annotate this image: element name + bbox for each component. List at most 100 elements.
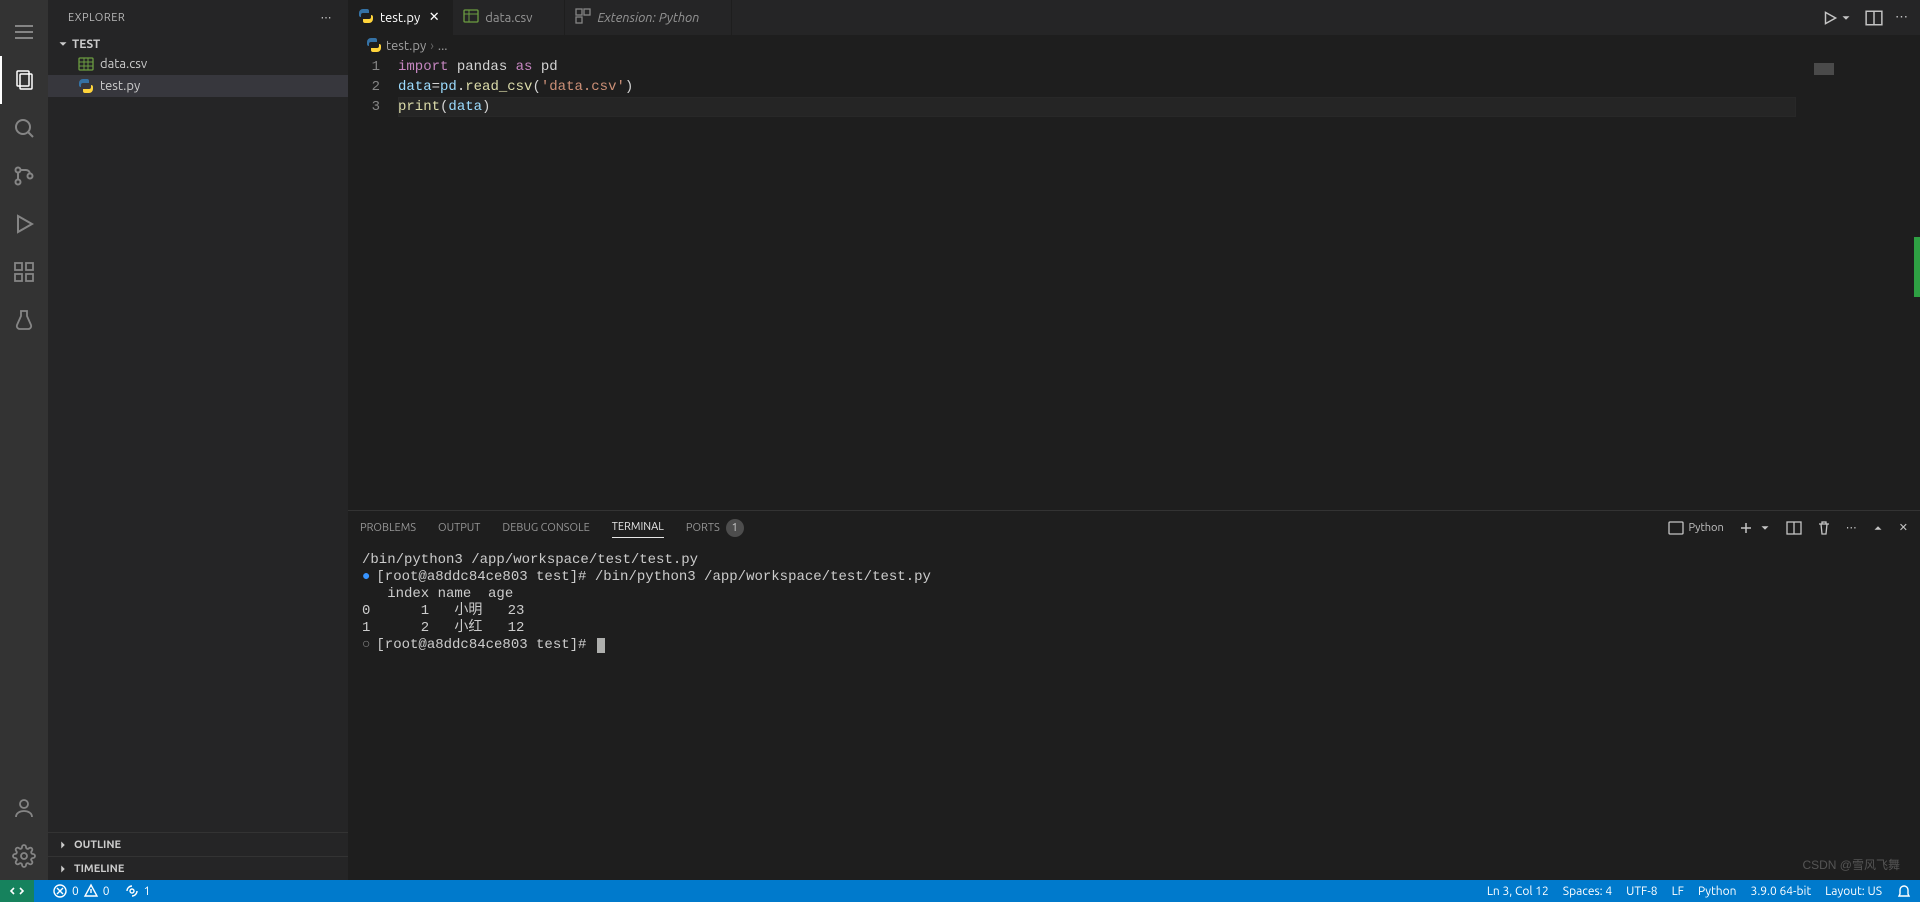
section-timeline[interactable]: TIMELINE (48, 856, 348, 880)
file-label: data.csv (100, 57, 147, 71)
tab-test-py[interactable]: test.py ✕ (348, 0, 453, 35)
run-icon[interactable] (1821, 9, 1853, 27)
tab-ports[interactable]: PORTS1 (686, 515, 744, 541)
status-value: 1 (144, 885, 151, 898)
status-interpreter[interactable]: 3.9.0 64-bit (1751, 885, 1812, 898)
sidebar: EXPLORER ⋯ TEST data.csv test.py OUTLINE (48, 0, 348, 880)
split-terminal-icon[interactable] (1786, 520, 1802, 536)
menu-icon[interactable] (0, 8, 48, 56)
gutter: 1 2 3 (348, 57, 398, 510)
folder-label: TEST (72, 38, 100, 51)
editor-column: test.py ✕ data.csv Extension: Python ⋯ (348, 0, 1920, 880)
terminal-line: ● [root@a8ddc84ce803 test]# /bin/python3 … (362, 569, 1906, 586)
tok: pd (440, 79, 457, 95)
tok: data (448, 99, 482, 115)
watermark: CSDN @雪风飞舞 (1802, 857, 1900, 874)
status-value: 0 (103, 885, 110, 898)
tab-label: test.py (380, 11, 420, 25)
tok: 'data.csv' (541, 79, 625, 95)
kw: as (516, 59, 533, 75)
bullet-icon: ● (362, 569, 370, 585)
breadcrumb-more: ... (438, 39, 448, 53)
tok: ( (532, 79, 540, 95)
status-eol[interactable]: LF (1672, 885, 1684, 898)
kw: import (398, 59, 448, 75)
section-outline[interactable]: OUTLINE (48, 832, 348, 856)
tab-output[interactable]: OUTPUT (438, 518, 480, 538)
more-icon[interactable]: ⋯ (1846, 521, 1857, 534)
table-icon (463, 8, 479, 27)
run-debug-icon[interactable] (0, 200, 48, 248)
panel-close-icon[interactable]: ✕ (1899, 521, 1908, 534)
tab-data-csv[interactable]: data.csv (453, 0, 565, 35)
bullet-icon: ○ (362, 637, 370, 653)
terminal-text: [root@a8ddc84ce803 test]# /bin/python3 /… (376, 569, 931, 585)
editor-tabs: test.py ✕ data.csv Extension: Python ⋯ (348, 0, 1920, 35)
status-cursor[interactable]: Ln 3, Col 12 (1487, 885, 1549, 898)
sidebar-more-icon[interactable]: ⋯ (321, 11, 333, 24)
breadcrumb[interactable]: test.py › ... (348, 35, 1920, 57)
code-editor[interactable]: 1 2 3 import pandas as pd data=pd.read_c… (348, 57, 1920, 510)
breadcrumb-sep: › (430, 39, 434, 53)
terminal-profile-label: Python (1688, 522, 1723, 534)
python-icon (78, 78, 94, 94)
python-icon (366, 37, 382, 56)
terminal-line: ○ [root@a8ddc84ce803 test]# (362, 637, 1906, 654)
line-number: 2 (348, 77, 380, 97)
new-terminal-icon[interactable] (1738, 520, 1772, 536)
terminal[interactable]: /bin/python3 /app/workspace/test/test.py… (348, 544, 1920, 880)
line-number: 1 (348, 57, 380, 77)
more-icon[interactable]: ⋯ (1895, 10, 1908, 25)
status-spaces[interactable]: Spaces: 4 (1563, 885, 1612, 898)
status-errors[interactable]: 0 0 (52, 883, 110, 899)
activity-bar (0, 0, 48, 880)
tok: pandas (448, 59, 515, 75)
python-icon (358, 8, 374, 27)
file-item-test-py[interactable]: test.py (48, 75, 348, 97)
cursor (597, 638, 605, 653)
overview-ruler[interactable] (1906, 57, 1920, 510)
trash-icon[interactable] (1816, 520, 1832, 536)
terminal-line: index name age (362, 586, 1906, 603)
tab-debug-console[interactable]: DEBUG CONSOLE (502, 518, 589, 538)
close-icon[interactable]: ✕ (426, 10, 442, 25)
tab-terminal[interactable]: TERMINAL (612, 517, 664, 538)
tok: ) (625, 79, 633, 95)
status-bell-icon[interactable] (1896, 883, 1912, 899)
tok: read_csv (465, 79, 532, 95)
tok: data (398, 79, 432, 95)
extensions-icon[interactable] (0, 248, 48, 296)
search-icon[interactable] (0, 104, 48, 152)
status-encoding[interactable]: UTF-8 (1626, 885, 1657, 898)
status-layout[interactable]: Layout: US (1825, 885, 1882, 898)
terminal-text: [root@a8ddc84ce803 test]# (376, 637, 594, 653)
line-number: 3 (348, 97, 380, 117)
terminal-line: 1 2 小红 12 (362, 620, 1906, 637)
testing-icon[interactable] (0, 296, 48, 344)
section-label: TIMELINE (74, 863, 124, 875)
minimap[interactable] (1806, 57, 1906, 510)
file-item-data-csv[interactable]: data.csv (48, 53, 348, 75)
section-label: OUTLINE (74, 839, 121, 851)
tok: = (432, 79, 440, 95)
explorer-icon[interactable] (0, 56, 48, 104)
tok: . (457, 79, 465, 95)
tok: print (398, 99, 440, 115)
scm-icon[interactable] (0, 152, 48, 200)
status-value: 0 (72, 885, 79, 898)
terminal-profile[interactable]: Python (1668, 520, 1723, 536)
gear-icon[interactable] (0, 832, 48, 880)
tab-extension-python[interactable]: Extension: Python (565, 0, 732, 35)
code-content[interactable]: import pandas as pd data=pd.read_csv('da… (398, 57, 1806, 510)
chevron-up-icon[interactable] (1871, 521, 1885, 535)
status-lang[interactable]: Python (1698, 885, 1737, 898)
status-ports[interactable]: 1 (124, 883, 151, 899)
terminal-line: 0 1 小明 23 (362, 603, 1906, 620)
remote-icon[interactable] (0, 880, 34, 902)
tab-problems[interactable]: PROBLEMS (360, 518, 416, 538)
tab-label: data.csv (485, 11, 532, 25)
terminal-line: /bin/python3 /app/workspace/test/test.py (362, 552, 1906, 569)
folder-root[interactable]: TEST (48, 35, 348, 53)
account-icon[interactable] (0, 784, 48, 832)
split-editor-icon[interactable] (1865, 9, 1883, 27)
